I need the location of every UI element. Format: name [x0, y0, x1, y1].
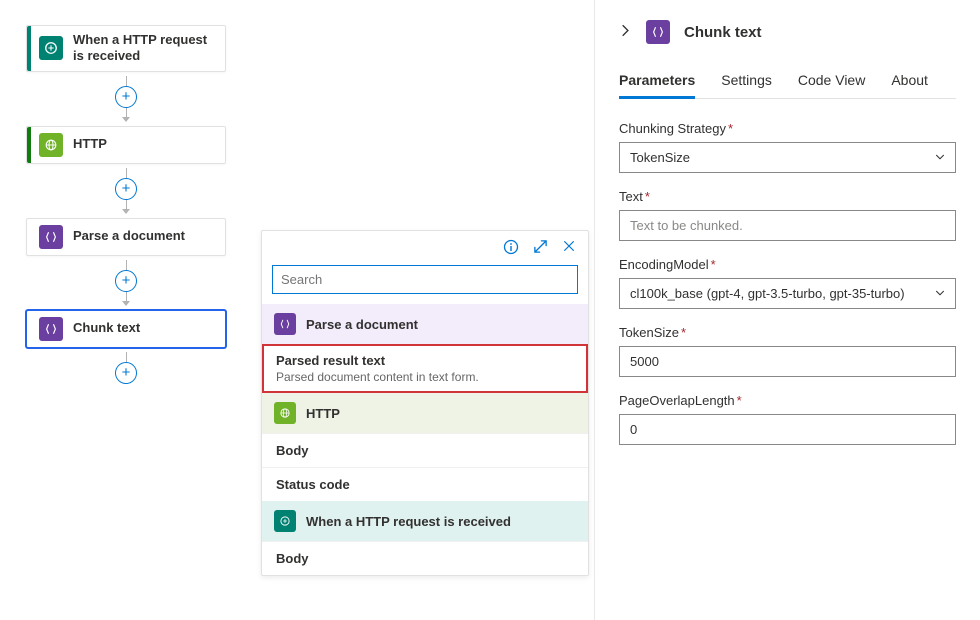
add-step-button[interactable]: + [115, 178, 137, 200]
expand-icon[interactable] [533, 239, 548, 255]
node-label: HTTP [73, 136, 107, 152]
item-title: Body [276, 443, 309, 458]
connector: + [26, 260, 226, 306]
chunk-icon [39, 317, 63, 341]
label-chunking-strategy: Chunking Strategy* [619, 121, 956, 136]
tab-row: Parameters Settings Code View About [619, 66, 956, 99]
tab-code-view[interactable]: Code View [798, 66, 865, 98]
node-chunk-text[interactable]: Chunk text [26, 310, 226, 348]
item-title: Body [276, 551, 309, 566]
select-encoding-model[interactable]: cl100k_base (gpt-4, gpt-3.5-turbo, gpt-3… [619, 278, 956, 309]
connector: + [26, 76, 226, 122]
node-http-request-trigger[interactable]: When a HTTP request is received [26, 25, 226, 72]
details-panel: Chunk text Parameters Settings Code View… [594, 0, 980, 620]
panel-title: Chunk text [684, 24, 762, 41]
add-step-button[interactable]: + [115, 362, 137, 384]
panel-toolbar [262, 231, 588, 261]
node-http[interactable]: HTTP [26, 126, 226, 164]
item-title: Status code [276, 477, 350, 492]
token-body[interactable]: Body [262, 433, 588, 467]
label-token-size: TokenSize* [619, 325, 956, 340]
http-icon [274, 402, 296, 424]
item-subtitle: Parsed document content in text form. [276, 370, 574, 384]
node-parse-document[interactable]: Parse a document [26, 218, 226, 256]
info-icon[interactable] [503, 239, 519, 255]
node-label: When a HTTP request is received [73, 32, 219, 65]
label-encoding-model: EncodingModel* [619, 257, 956, 272]
group-title: HTTP [306, 406, 340, 421]
search-input[interactable] [272, 265, 578, 294]
input-text[interactable]: Text to be chunked. [619, 210, 956, 241]
node-label: Parse a document [73, 228, 185, 244]
close-icon[interactable] [562, 239, 576, 255]
token-parsed-result-text[interactable]: Parsed result text Parsed document conte… [262, 344, 588, 393]
http-trigger-icon [274, 510, 296, 532]
node-label: Chunk text [73, 320, 140, 336]
collapse-icon[interactable] [619, 24, 632, 41]
chunk-icon [646, 20, 670, 44]
http-trigger-icon [39, 36, 63, 60]
http-icon [39, 133, 63, 157]
group-http[interactable]: HTTP [262, 393, 588, 433]
group-parse-document[interactable]: Parse a document [262, 304, 588, 344]
tab-settings[interactable]: Settings [721, 66, 772, 98]
workflow-canvas: When a HTTP request is received + HTTP +… [26, 25, 226, 388]
item-title: Parsed result text [276, 353, 385, 368]
connector: + [26, 168, 226, 214]
token-trigger-body[interactable]: Body [262, 541, 588, 575]
group-title: When a HTTP request is received [306, 514, 511, 529]
dynamic-content-panel: Parse a document Parsed result text Pars… [261, 230, 589, 576]
add-step-button[interactable]: + [115, 86, 137, 108]
input-page-overlap[interactable]: 0 [619, 414, 956, 445]
group-title: Parse a document [306, 317, 418, 332]
input-token-size[interactable]: 5000 [619, 346, 956, 377]
connector: + [26, 352, 226, 384]
parse-icon [274, 313, 296, 335]
parse-icon [39, 225, 63, 249]
select-chunking-strategy[interactable]: TokenSize [619, 142, 956, 173]
label-text: Text* [619, 189, 956, 204]
add-step-button[interactable]: + [115, 270, 137, 292]
token-status-code[interactable]: Status code [262, 467, 588, 501]
group-http-trigger[interactable]: When a HTTP request is received [262, 501, 588, 541]
label-page-overlap: PageOverlapLength* [619, 393, 956, 408]
tab-parameters[interactable]: Parameters [619, 66, 695, 98]
tab-about[interactable]: About [891, 66, 928, 98]
